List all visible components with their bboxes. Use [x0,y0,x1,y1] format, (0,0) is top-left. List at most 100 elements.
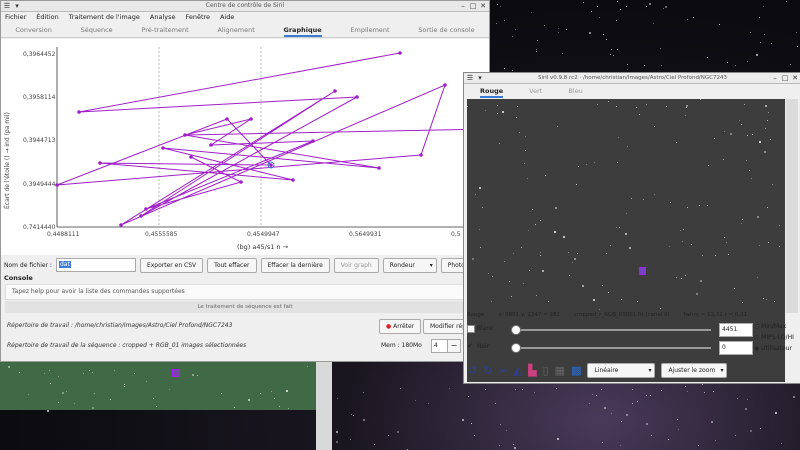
low-value-input[interactable]: 0 [719,341,753,355]
data-point[interactable] [144,207,148,211]
plot-area[interactable]: 0,3964452 0,3958114 0,3944713 0,3949444 … [1,39,489,255]
filename-input[interactable]: dat [55,258,136,272]
data-point[interactable] [291,178,295,182]
flip-icon[interactable]: ➢ [498,364,507,377]
vertical-scrollbar[interactable] [786,99,798,313]
data-point[interactable] [333,89,337,93]
low-slider-track[interactable] [511,347,711,349]
tab-empilement[interactable]: Empilement [350,23,389,37]
negative-icon[interactable]: ▯ [543,364,549,377]
star-dot [522,388,524,390]
low-slider-handle[interactable] [511,343,521,353]
menu-analyse[interactable]: Analyse [150,12,176,23]
rotate-left-icon[interactable]: ↺ [468,364,477,377]
colormap-icon[interactable]: ▩ [571,364,581,377]
display-mode-select[interactable]: Linéaire ▾ [587,362,656,378]
star-dot [727,61,729,63]
star-dot [735,64,737,66]
siril-image-window: ☰ ▾ Siril v0.9.8 rc2 · /home/christian/I… [463,72,800,384]
menu-aide[interactable]: Aide [220,12,234,23]
tab-rouge[interactable]: Rouge [480,84,504,98]
data-point[interactable] [189,155,193,159]
rotate-right-icon[interactable]: ↻ [483,364,492,377]
tab-sortie-console[interactable]: Sortie de console [418,23,474,37]
ytick-label: 0,3944713 [23,137,56,144]
window-menu-icon[interactable]: ☰ [3,2,11,10]
star-dot [93,393,95,395]
high-value-input[interactable]: 4451 [719,323,753,337]
tab-conversion[interactable]: Conversion [15,23,51,37]
data-point[interactable] [161,146,165,150]
data-point[interactable] [239,180,243,184]
star-dot [786,0,788,2]
star-dot [514,29,516,31]
tab-pretraitement[interactable]: Pré-traitement [141,23,188,37]
tab-alignement[interactable]: Alignement [217,23,254,37]
data-point[interactable] [209,143,213,147]
data-point[interactable] [55,183,59,187]
minimize-icon[interactable]: – [459,2,467,10]
stop-button[interactable]: ● Arrêter [379,319,422,334]
export-csv-button[interactable]: Exporter en CSV [139,257,204,273]
control-window-titlebar[interactable]: ☰ ▾ Centre de contrôle de Siril – □ ✕ [1,1,489,12]
histogram-icon[interactable]: ▙ [528,364,536,377]
high-slider-track[interactable] [511,329,711,331]
rondeur-select[interactable]: Rondeur ▾ [382,257,437,273]
x-axis-label: (bg) a45/s1 n → [237,243,289,251]
low-checkbox-checked-icon[interactable]: ✔ [467,342,473,350]
star-dot [596,395,598,397]
data-point[interactable] [443,83,447,87]
data-point[interactable] [98,161,102,165]
radio-mips[interactable]: ○ MIPS-LO/HI [754,332,794,343]
star-dot [473,435,475,437]
high-checkbox[interactable] [467,325,475,333]
close-icon[interactable]: ✕ [479,2,487,10]
star-dot [774,411,777,414]
star-dot [631,403,633,404]
stop-button-label: Arrêter [393,323,415,330]
radio-user-label: Utilisateur [761,345,793,352]
data-point[interactable] [377,166,381,170]
siril-window-titlebar[interactable]: ☰ ▾ Siril v0.9.8 rc2 · /home/christian/I… [464,73,800,84]
threads-value: 4 [434,342,438,349]
clear-last-button[interactable]: Effacer la dernière [260,257,330,273]
data-point[interactable] [419,153,423,157]
star-dot [494,403,496,405]
menu-fichier[interactable]: Fichier [5,12,26,23]
radio-minmax[interactable]: ○ Min/Max [754,321,794,332]
pin-icon[interactable]: ▾ [476,74,484,82]
data-point[interactable] [119,223,123,227]
console-input[interactable]: Tapez help pour avoir la liste des comma… [5,284,493,300]
tab-graphique[interactable]: Graphique [283,23,322,37]
menu-traitement[interactable]: Traitement de l'image [69,12,140,23]
tab-bleu[interactable]: Bleu [568,84,582,98]
data-point[interactable] [139,214,143,218]
data-point[interactable] [311,139,315,143]
maximize-icon[interactable]: □ [469,2,477,10]
tab-vert[interactable]: Vert [529,84,542,98]
radio-user[interactable]: ◉ Utilisateur [754,343,794,354]
menu-fenetre[interactable]: Fenêtre [185,12,210,23]
high-slider-handle[interactable] [511,325,521,335]
clear-all-button[interactable]: Tout effacer [207,257,257,273]
data-point[interactable] [355,95,359,99]
minimize-icon[interactable]: – [771,74,779,82]
close-icon[interactable]: ✕ [791,74,799,82]
window-menu-icon[interactable]: ☰ [466,74,474,82]
pin-icon[interactable]: ▾ [13,2,21,10]
star-dot [693,16,695,18]
data-point[interactable] [249,117,253,121]
maximize-icon[interactable]: □ [781,74,789,82]
data-point[interactable] [77,110,81,114]
mirror-icon[interactable]: ◭ [514,364,522,377]
data-point[interactable] [225,117,229,121]
false-color-icon[interactable]: ▦ [555,364,565,377]
view-graph-button[interactable]: Voir graph [333,257,379,273]
data-point[interactable] [398,51,402,55]
star-dot [248,399,251,402]
zoom-fit-select[interactable]: Ajuster le zoom ▾ [661,362,728,378]
data-point[interactable] [269,163,273,167]
threads-decrement-button[interactable]: − [447,339,461,353]
menu-edition[interactable]: Édition [36,12,59,23]
tab-sequence[interactable]: Séquence [81,23,113,37]
